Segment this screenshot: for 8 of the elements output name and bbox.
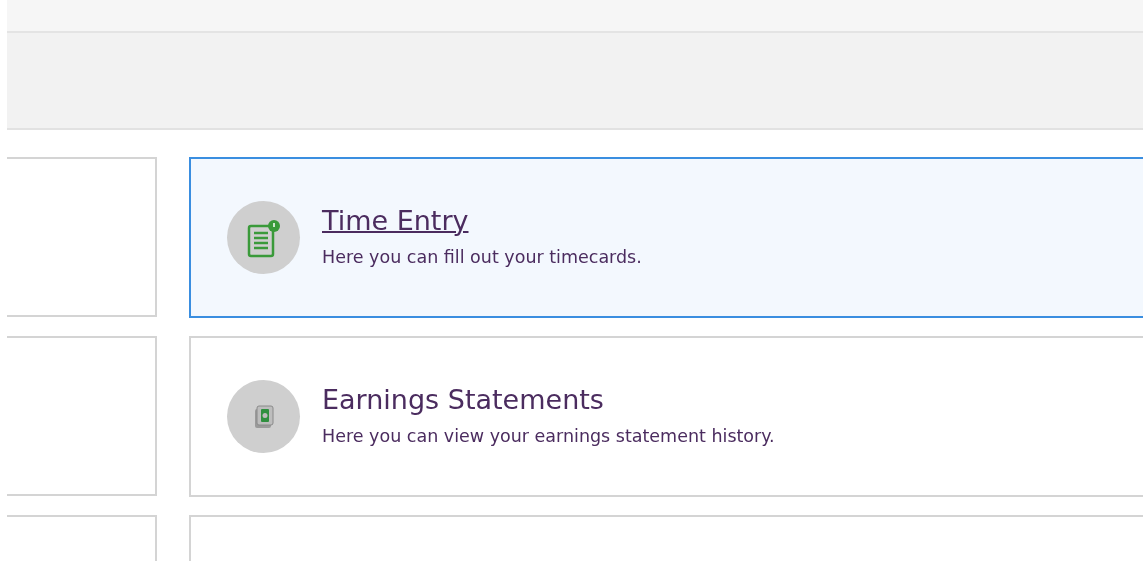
timecard-icon [245, 217, 282, 258]
tile-description: Here you can fill out your timecards. [322, 245, 642, 269]
tile-description: Here you can view your earnings statement history. [322, 424, 775, 448]
tile-card[interactable]: Time Entry Here you can fill out your timecards. [189, 157, 1143, 318]
tile-card[interactable]: Earnings Statements Here you can view your earnings statement history. [189, 336, 1143, 497]
tile-title-link[interactable]: Time Entry [322, 205, 469, 238]
tile-title-link[interactable]: Earnings Statements [322, 384, 604, 417]
money-icon [252, 404, 275, 429]
